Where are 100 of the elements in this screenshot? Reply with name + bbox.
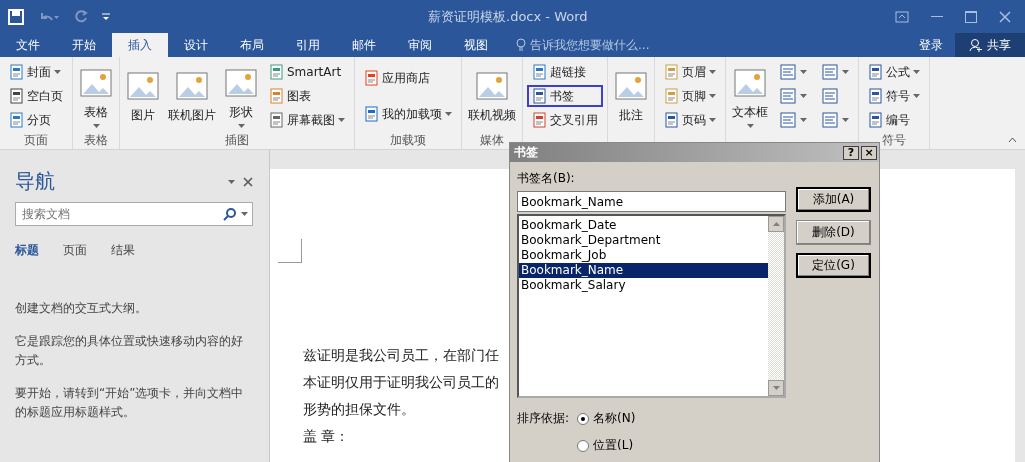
dialog-button[interactable]: 添加(A) xyxy=(796,187,871,212)
title-bar-button[interactable]: ? xyxy=(843,145,859,160)
sort-label: 排序依据: xyxy=(517,410,570,427)
ribbon-tab[interactable]: 邮件 xyxy=(336,33,392,57)
collapse-ribbon-icon[interactable] xyxy=(1008,137,1017,143)
ribbon-button[interactable]: 超链接 xyxy=(527,61,603,83)
ribbon-tab[interactable]: 引用 xyxy=(280,33,336,57)
list-item[interactable]: Bookmark_Name xyxy=(519,263,768,278)
radio-label[interactable]: 名称(N) xyxy=(593,410,636,427)
maximize-icon[interactable] xyxy=(965,10,977,23)
search-icon[interactable] xyxy=(223,207,237,221)
ribbon-tab[interactable]: 文件 xyxy=(0,33,56,57)
redo-icon[interactable] xyxy=(74,9,88,24)
ribbon-button[interactable]: 图表 xyxy=(264,85,350,107)
group-label: 表格 xyxy=(83,132,109,149)
ribbon-button[interactable]: 形状 xyxy=(222,64,260,128)
group-label: 插图 xyxy=(224,132,250,149)
ribbon-button[interactable]: 页眉 xyxy=(659,61,721,83)
dropdown-caret-icon xyxy=(445,112,452,116)
ribbon-button[interactable]: 批注 xyxy=(612,68,650,124)
ribbon-button[interactable]: 我的加载项 xyxy=(359,103,457,125)
ribbon-button[interactable]: 符号 xyxy=(863,85,925,107)
group-label: 符号 xyxy=(881,132,907,149)
ribbon-button[interactable]: 文本框 xyxy=(730,64,770,128)
ribbon-button[interactable]: 书签 xyxy=(527,85,603,107)
ribbon-button[interactable]: 公式 xyxy=(863,61,925,83)
close-icon[interactable] xyxy=(999,10,1011,23)
dropdown-caret-icon xyxy=(237,123,245,128)
ribbon-tab[interactable]: 插入 xyxy=(112,33,168,57)
ribbon-tab[interactable]: 设计 xyxy=(168,33,224,57)
dropdown-caret-icon xyxy=(842,70,849,74)
pane-text: 它是跟踪您的具体位置或快速移动内容的好方式。 xyxy=(15,333,244,369)
ribbon-tab[interactable]: 审阅 xyxy=(392,33,448,57)
list-item[interactable]: Bookmark_Salary xyxy=(519,278,768,293)
dialog-button[interactable]: 删除(D) xyxy=(796,220,871,245)
scrollbar[interactable] xyxy=(768,216,784,396)
list-item[interactable]: Bookmark_Date xyxy=(519,218,768,233)
ribbon-button[interactable]: 封面 xyxy=(4,61,68,83)
document-text: 盖 章： xyxy=(303,427,350,446)
ribbon-button[interactable]: 联机图片 xyxy=(166,68,218,124)
pane-text: 要开始，请转到“开始”选项卡，并向文档中的标题应用标题样式。 xyxy=(15,385,245,421)
document-text: 形势的担保文件。 xyxy=(303,400,415,419)
customize-menu-icon[interactable] xyxy=(102,12,110,21)
margin-corner-mark xyxy=(278,239,302,263)
dropdown-caret-icon xyxy=(709,118,716,122)
ribbon-button[interactable]: 图片 xyxy=(124,68,162,124)
sign-in-link[interactable]: 登录 xyxy=(907,33,955,57)
scroll-down-icon[interactable] xyxy=(772,386,780,390)
group-label: 媒体 xyxy=(479,132,505,149)
dropdown-caret-icon xyxy=(241,212,248,216)
dropdown-caret-icon xyxy=(228,179,235,184)
field-label: 书签名(B): xyxy=(517,170,576,187)
minimize-icon[interactable] xyxy=(931,15,943,18)
ribbon-button[interactable]: 页码 xyxy=(659,109,721,131)
ribbon-button[interactable]: 屏幕截图 xyxy=(264,109,350,131)
ribbon-button[interactable]: 交叉引用 xyxy=(527,109,603,131)
search-input[interactable]: 搜索文档 xyxy=(20,206,219,222)
share-button[interactable]: 共享 xyxy=(955,33,1025,57)
pane-title: 导航 xyxy=(15,168,55,195)
search-field[interactable]: 搜索文档 xyxy=(15,202,253,226)
save-icon[interactable] xyxy=(8,8,24,25)
ribbon-button[interactable]: 页脚 xyxy=(659,85,721,107)
dropdown-caret-icon xyxy=(913,70,920,74)
ribbon-display-icon[interactable] xyxy=(895,10,909,23)
pane-text: 创建文档的交互式大纲。 xyxy=(15,300,148,317)
ribbon-button[interactable]: 表格 xyxy=(77,64,115,128)
pane-tab[interactable]: 标题 xyxy=(15,238,53,263)
ribbon-tab[interactable]: 开始 xyxy=(56,33,112,57)
person-add-icon xyxy=(969,38,983,52)
scroll-up-icon[interactable] xyxy=(772,222,780,226)
bookmark-name-field[interactable]: Bookmark_Name xyxy=(517,191,786,212)
ribbon-button[interactable]: SmartArt xyxy=(264,61,350,83)
ribbon-button[interactable]: 编号 xyxy=(863,109,925,131)
group-label: 加载项 xyxy=(389,132,427,149)
title-bar-button[interactable]: × xyxy=(861,145,877,160)
dropdown-caret-icon xyxy=(800,118,807,122)
ribbon-button[interactable]: 应用商店 xyxy=(359,67,457,89)
ribbon-tab[interactable]: 布局 xyxy=(224,33,280,57)
pane-tab[interactable]: 页面 xyxy=(63,238,101,263)
dropdown-caret-icon xyxy=(800,94,807,98)
close-icon[interactable] xyxy=(243,176,253,187)
radio-button[interactable] xyxy=(577,439,590,452)
tell-me-field[interactable]: 告诉我您想要做什么... xyxy=(530,36,650,54)
dropdown-caret-icon xyxy=(54,70,61,74)
dropdown-caret-icon xyxy=(709,94,716,98)
dropdown-caret-icon xyxy=(338,118,345,122)
dropdown-caret-icon xyxy=(709,70,716,74)
list-item[interactable]: Bookmark_Department xyxy=(519,233,768,248)
ribbon-button[interactable]: 空白页 xyxy=(4,85,68,107)
radio-label[interactable]: 位置(L) xyxy=(593,437,634,454)
document-text: 本证明仅用于证明我公司员工的 xyxy=(303,373,499,392)
ribbon-button[interactable]: 联机视频 xyxy=(466,68,518,124)
dropdown-caret-icon xyxy=(800,70,807,74)
pane-tab[interactable]: 结果 xyxy=(111,238,149,263)
ribbon-tab[interactable]: 视图 xyxy=(448,33,504,57)
radio-button[interactable] xyxy=(577,412,590,425)
dialog-button[interactable]: 定位(G) xyxy=(796,253,871,278)
ribbon-button[interactable]: 分页 xyxy=(4,109,68,131)
list-item[interactable]: Bookmark_Job xyxy=(519,248,768,263)
window-title: 薪资证明模板.docx - Word xyxy=(428,7,589,26)
